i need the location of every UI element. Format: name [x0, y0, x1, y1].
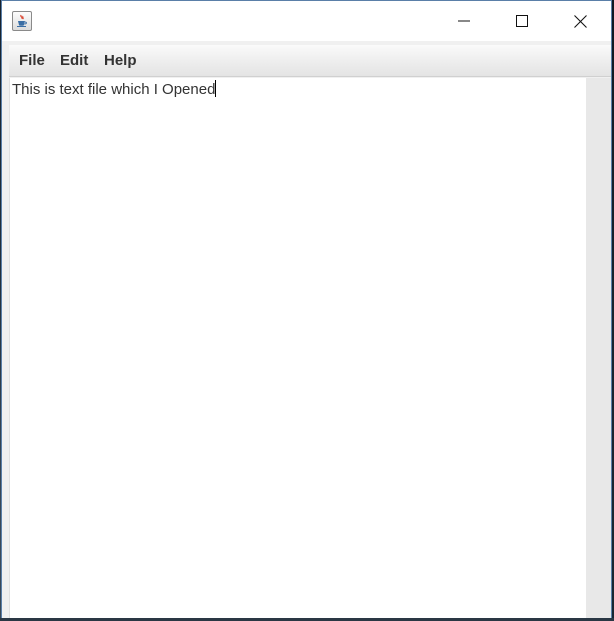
menu-edit[interactable]: Edit	[60, 52, 88, 70]
close-icon	[573, 14, 587, 28]
title-bar[interactable]	[2, 1, 611, 41]
menu-file[interactable]: File	[19, 52, 45, 70]
text-caret	[215, 80, 217, 97]
editor-text: This is text file which I Opened	[12, 81, 216, 98]
text-editor[interactable]: This is text file which I Opened	[9, 78, 586, 619]
close-button[interactable]	[551, 1, 609, 41]
java-cup-icon[interactable]	[12, 11, 32, 31]
maximize-icon	[516, 15, 528, 27]
vertical-scrollbar[interactable]	[586, 78, 611, 619]
notepad-window: File Edit Help This is text file which I…	[1, 0, 612, 620]
menu-bar: File Edit Help	[9, 45, 611, 77]
minimize-button[interactable]	[435, 1, 493, 41]
maximize-button[interactable]	[493, 1, 551, 41]
minimize-icon	[458, 20, 470, 22]
editor-content[interactable]: This is text file which I Opened	[12, 80, 217, 99]
menu-help[interactable]: Help	[104, 52, 137, 70]
